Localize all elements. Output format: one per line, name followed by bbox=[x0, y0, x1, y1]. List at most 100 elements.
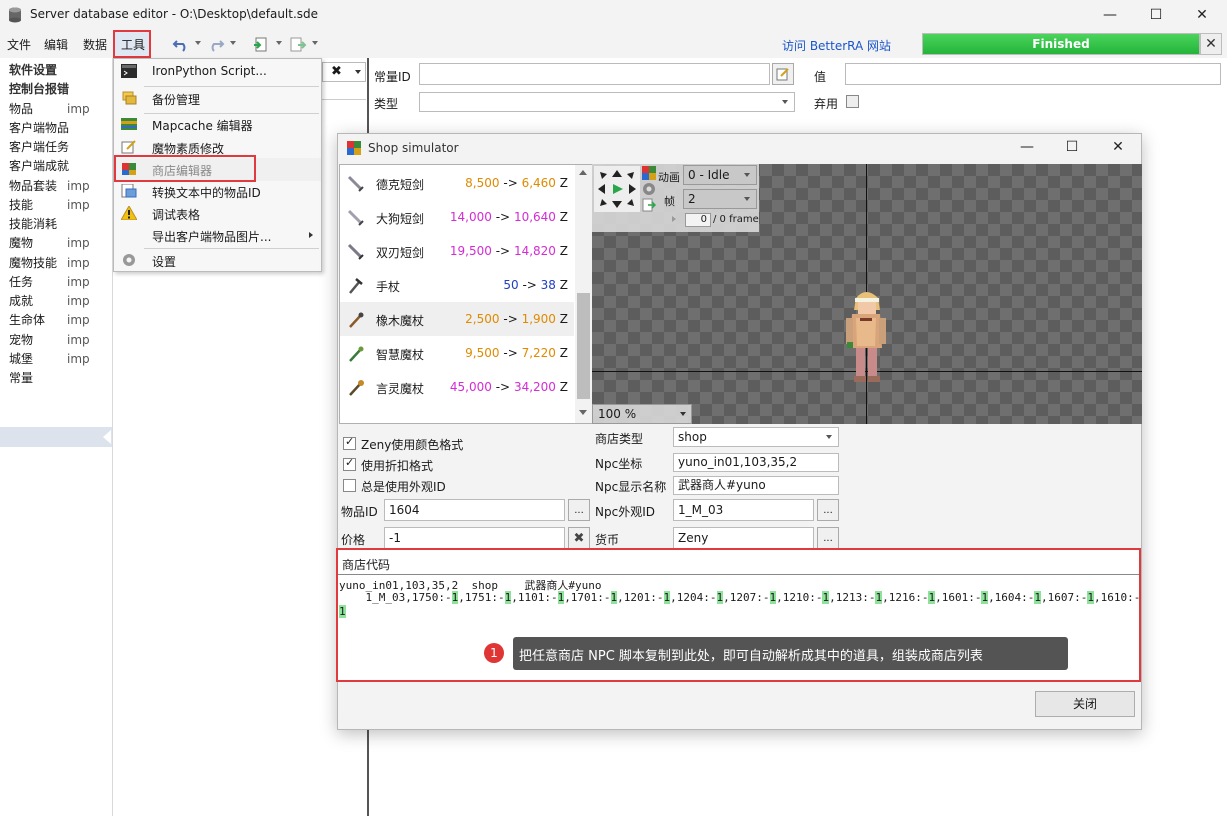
list-item[interactable]: 手杖 50 -> 38 Z bbox=[340, 268, 574, 302]
sidebar-item-client-achievements[interactable]: 客户端成就 bbox=[9, 157, 69, 176]
sidebar-item-pets[interactable]: 宠物 imp bbox=[9, 331, 90, 350]
export-dropdown-icon[interactable] bbox=[312, 41, 318, 45]
type-select[interactable] bbox=[419, 92, 795, 112]
price-input[interactable]: -1 bbox=[384, 527, 565, 549]
submenu-arrow-icon bbox=[309, 232, 313, 238]
close-button[interactable]: ✕ bbox=[1179, 0, 1225, 30]
menu-item-convert-ids[interactable]: 转换文本中的物品ID bbox=[114, 180, 321, 203]
search-dropdown-icon[interactable] bbox=[355, 70, 361, 74]
npc-coord-label: Npc坐标 bbox=[595, 457, 643, 471]
animation-select[interactable]: 0 - Idle bbox=[683, 165, 757, 185]
menu-edit[interactable]: 编辑 bbox=[44, 36, 68, 53]
undo-icon[interactable] bbox=[172, 36, 190, 52]
import-icon[interactable] bbox=[253, 36, 271, 52]
zeny-color-checkbox[interactable]: ✓ bbox=[343, 435, 356, 450]
discount-format-checkbox[interactable]: ✓ bbox=[343, 456, 356, 471]
minimize-button[interactable]: — bbox=[1087, 0, 1133, 30]
sidebar-item-castles[interactable]: 城堡 imp bbox=[9, 350, 90, 369]
shop-close-button[interactable]: ✕ bbox=[1095, 134, 1141, 160]
sidebar-item-constants[interactable]: 常量 bbox=[9, 369, 33, 388]
export-icon[interactable] bbox=[642, 198, 656, 212]
sidebar-item-homunculus[interactable]: 生命体 imp bbox=[9, 311, 90, 330]
sidebar-item-mob-skills[interactable]: 魔物技能 imp bbox=[9, 254, 90, 273]
npc-view-browse-button[interactable]: ... bbox=[817, 499, 839, 521]
item-id-browse-button[interactable]: ... bbox=[568, 499, 590, 521]
const-id-edit-button[interactable] bbox=[772, 63, 794, 85]
sidebar-item-label: 客户端物品 bbox=[9, 121, 70, 135]
price-arrow: -> bbox=[503, 346, 518, 360]
frame-select[interactable]: 2 bbox=[683, 189, 757, 209]
menu-item-mapcache[interactable]: Mapcache 编辑器 bbox=[114, 113, 321, 136]
search-clear-icon[interactable]: ✖ bbox=[331, 64, 342, 79]
play-icon[interactable] bbox=[672, 216, 676, 222]
zoom-select[interactable]: 100 % bbox=[592, 404, 692, 424]
item-id-input[interactable]: 1604 bbox=[384, 499, 565, 521]
shop-close-dialog-button[interactable]: 关闭 bbox=[1035, 691, 1135, 717]
shop-maximize-button[interactable]: ☐ bbox=[1049, 134, 1095, 160]
sidebar-item-skill-cost[interactable]: 技能消耗 bbox=[9, 215, 57, 234]
edit-icon bbox=[776, 68, 789, 81]
progress-close-button[interactable]: ✕ bbox=[1200, 33, 1222, 55]
price-clear-button[interactable]: ✖ bbox=[568, 527, 590, 549]
npc-name-label: Npc显示名称 bbox=[595, 480, 667, 494]
shop-minimize-button[interactable]: — bbox=[1004, 134, 1050, 160]
search-box[interactable]: ✖ bbox=[322, 62, 366, 82]
redo-dropdown-icon[interactable] bbox=[230, 41, 236, 45]
list-scrollbar[interactable] bbox=[575, 165, 592, 423]
sidebar-item-label: 成就 bbox=[9, 294, 34, 308]
sidebar-item-item-sets[interactable]: 物品套装 imp bbox=[9, 177, 90, 196]
undo-dropdown-icon[interactable] bbox=[195, 41, 201, 45]
const-id-input[interactable] bbox=[419, 63, 770, 85]
menu-file[interactable]: 文件 bbox=[7, 36, 31, 53]
npc-coord-input[interactable]: yuno_in01,103,35,2 bbox=[673, 453, 839, 472]
sidebar-item-items[interactable]: 物品 imp bbox=[9, 100, 90, 119]
list-item[interactable]: 双刃短剑 19,500 -> 14,820 Z bbox=[340, 234, 574, 268]
menu-data[interactable]: 数据 bbox=[83, 36, 107, 53]
frame-counter[interactable]: 0 bbox=[685, 213, 711, 227]
sidebar-item-achievements[interactable]: 成就 imp bbox=[9, 292, 90, 311]
sidebar-item-client-items[interactable]: 客户端物品 bbox=[9, 119, 69, 138]
item-original-price: 2,500 bbox=[465, 312, 500, 326]
shop-type-select[interactable]: shop bbox=[673, 427, 839, 447]
sidebar-item-mobs[interactable]: 魔物 imp bbox=[9, 234, 90, 253]
npc-view-input[interactable]: 1_M_03 bbox=[673, 499, 814, 521]
list-item[interactable]: 德克短剑 8,500 -> 6,460 Z bbox=[340, 166, 574, 200]
sidebar-item-quests[interactable]: 任务 imp bbox=[9, 273, 90, 292]
deprecated-checkbox[interactable] bbox=[846, 95, 859, 108]
sidebar-item-settings[interactable]: 软件设置 bbox=[9, 61, 57, 80]
export-icon[interactable] bbox=[289, 36, 307, 52]
value-input[interactable] bbox=[845, 63, 1221, 85]
redo-icon[interactable] bbox=[207, 36, 225, 52]
item-discount-price: 10,640 bbox=[513, 210, 556, 224]
menu-item-settings[interactable]: 设置 bbox=[114, 249, 321, 272]
list-item-selected[interactable]: 橡木魔杖 2,500 -> 1,900 Z bbox=[340, 302, 574, 336]
menu-item-ironpython[interactable]: IronPython Script... bbox=[114, 60, 321, 83]
gear-icon[interactable] bbox=[642, 182, 656, 196]
scroll-thumb[interactable] bbox=[577, 293, 590, 399]
sprite-preview[interactable]: 动画 0 - Idle 帧 2 0 / 0 frame 100 % bbox=[592, 164, 1142, 424]
menu-item-backup[interactable]: 备份管理 bbox=[114, 87, 321, 110]
sidebar-item-label: 宠物 bbox=[9, 333, 34, 347]
item-name: 德克短剑 bbox=[376, 178, 425, 192]
scroll-down-icon[interactable] bbox=[579, 410, 587, 415]
list-item[interactable]: 智慧魔杖 9,500 -> 7,220 Z bbox=[340, 336, 574, 370]
list-item[interactable]: 大狗短剑 14,000 -> 10,640 Z bbox=[340, 200, 574, 234]
scroll-up-icon[interactable] bbox=[579, 170, 587, 175]
direction-pad-icon[interactable] bbox=[594, 166, 640, 212]
edit-icon bbox=[121, 140, 136, 154]
betterra-link[interactable]: 访问 BetterRA 网站 bbox=[782, 37, 891, 54]
sidebar-item-console[interactable]: 控制台报错 bbox=[9, 80, 69, 99]
sidebar-item-client-quests[interactable]: 客户端任务 bbox=[9, 138, 69, 157]
sidebar-item-skills[interactable]: 技能 imp bbox=[9, 196, 90, 215]
import-dropdown-icon[interactable] bbox=[276, 41, 282, 45]
view-id-checkbox[interactable] bbox=[343, 479, 356, 492]
menu-item-debug-table[interactable]: 调试表格 bbox=[114, 202, 321, 225]
currency-browse-button[interactable]: ... bbox=[817, 527, 839, 549]
type-label: 类型 bbox=[374, 97, 399, 111]
npc-name-input[interactable]: 武器商人#yuno bbox=[673, 476, 839, 495]
maximize-button[interactable]: ☐ bbox=[1133, 0, 1179, 30]
item-original-price: 9,500 bbox=[465, 346, 500, 360]
currency-input[interactable]: Zeny bbox=[673, 527, 814, 549]
list-item[interactable]: 言灵魔杖 45,000 -> 34,200 Z bbox=[340, 370, 574, 404]
menu-item-export-images[interactable]: 导出客户端物品图片... bbox=[114, 224, 321, 247]
